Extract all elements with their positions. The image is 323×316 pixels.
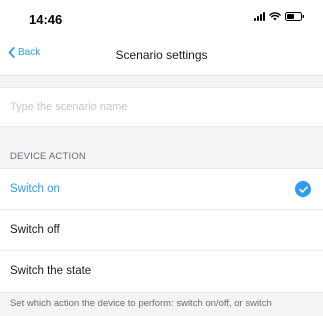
scenario-name-field: [0, 87, 323, 127]
device-action-list: Switch on Switch off Switch the state: [0, 168, 323, 293]
scenario-name-input[interactable]: [10, 88, 310, 126]
help-text: Set which action the device to perform: …: [10, 298, 272, 309]
status-bar: 14:46: [0, 0, 323, 34]
checkmark-circle-icon: [295, 181, 311, 197]
option-switch-on[interactable]: Switch on: [0, 169, 323, 210]
section-header-device-action: DEVICE ACTION: [10, 151, 86, 162]
wifi-icon: [269, 12, 281, 21]
battery-icon: [285, 12, 305, 21]
nav-bar: Back Scenario settings: [0, 34, 323, 76]
status-icons: [254, 12, 305, 21]
option-switch-off[interactable]: Switch off: [0, 210, 323, 251]
status-time: 14:46: [29, 12, 63, 27]
cellular-signal-icon: [254, 12, 265, 21]
option-label: Switch off: [10, 224, 60, 236]
option-label: Switch on: [10, 183, 60, 195]
page-title: Scenario settings: [115, 48, 208, 62]
option-switch-the-state[interactable]: Switch the state: [0, 251, 323, 292]
option-label: Switch the state: [10, 265, 92, 277]
